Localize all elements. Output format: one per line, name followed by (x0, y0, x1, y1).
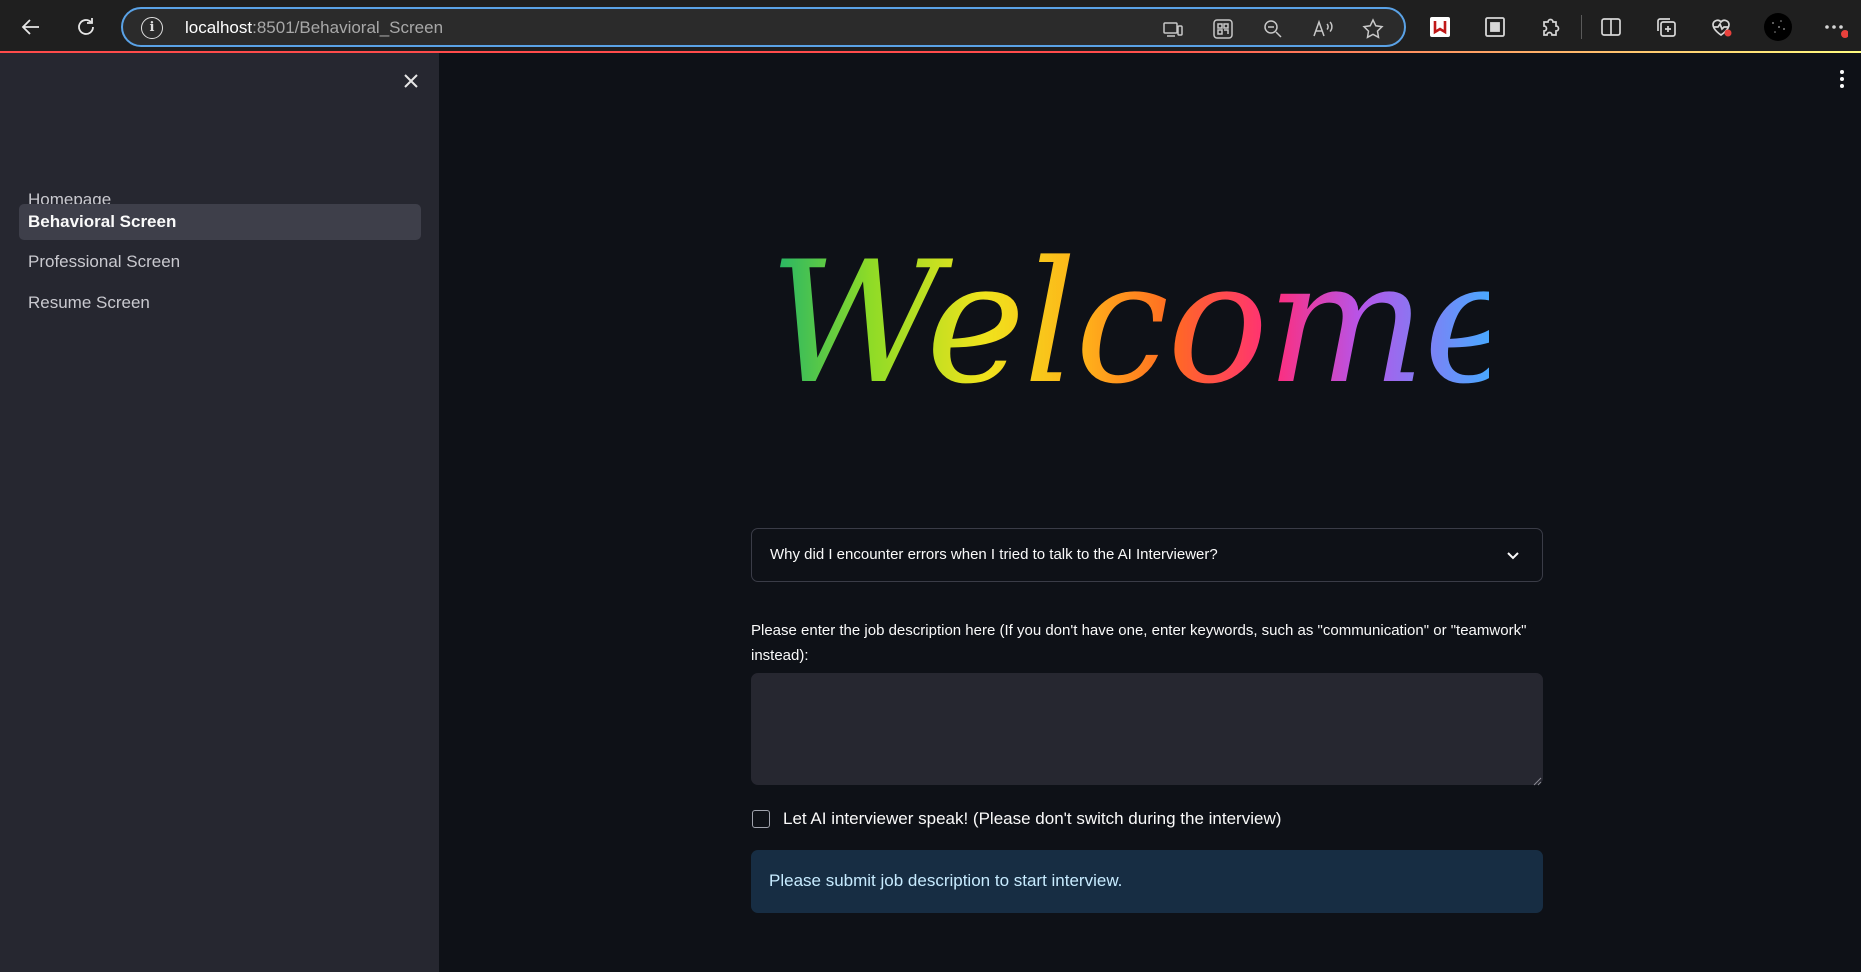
profile-avatar[interactable] (1764, 13, 1792, 41)
extensions-puzzle-icon[interactable] (1536, 13, 1564, 41)
info-message: Please submit job description to start i… (769, 871, 1123, 890)
address-bar[interactable]: i localhost:8501/Behavioral_Screen (121, 7, 1406, 47)
reload-button[interactable] (66, 8, 106, 46)
sidebar: Homepage Behavioral Screen Professional … (0, 53, 439, 972)
url-text[interactable]: localhost:8501/Behavioral_Screen (185, 18, 443, 38)
collections-icon[interactable] (1652, 13, 1680, 41)
sidebar-item-professional-screen[interactable]: Professional Screen (19, 244, 421, 280)
faq-expander[interactable]: Why did I encounter errors when I tried … (751, 528, 1543, 582)
speak-checkbox[interactable] (752, 810, 770, 828)
welcome-image: Welcome (769, 223, 1523, 453)
url-host: localhost (185, 18, 253, 37)
back-arrow-icon (21, 19, 39, 35)
url-path: :8501/Behavioral_Screen (252, 18, 444, 37)
tab-capture-icon[interactable] (1481, 13, 1509, 41)
browser-toolbar: i localhost:8501/Behavioral_Screen (0, 0, 1861, 53)
browser-essentials-icon[interactable] (1707, 13, 1735, 41)
more-options-icon[interactable] (1820, 13, 1849, 41)
toolbar-separator (1581, 15, 1582, 39)
resize-grip-icon[interactable] (1532, 773, 1542, 786)
read-aloud-icon[interactable] (1311, 17, 1335, 41)
sidebar-close-button[interactable] (398, 68, 424, 94)
sidebar-item-resume-screen[interactable]: Resume Screen (19, 285, 421, 321)
split-screen-icon[interactable] (1597, 13, 1625, 41)
job-description-label: Please enter the job description here (I… (751, 622, 1527, 664)
mcafee-extension-icon[interactable] (1426, 13, 1454, 41)
main-content: Welcome Why did I encounter errors when … (439, 53, 1861, 972)
close-icon (404, 74, 418, 88)
info-alert: Please submit job description to start i… (751, 850, 1543, 913)
main-menu-button[interactable] (1837, 68, 1847, 90)
reload-icon (78, 18, 94, 35)
speak-checkbox-label[interactable]: Let AI interviewer speak! (Please don't … (783, 809, 1281, 829)
site-info-icon[interactable]: i (141, 17, 163, 39)
welcome-text: Welcome (769, 225, 1523, 421)
back-button[interactable] (11, 8, 51, 46)
zoom-out-icon[interactable] (1261, 17, 1285, 41)
sidebar-item-behavioral-screen[interactable]: Behavioral Screen (19, 204, 421, 240)
qr-code-icon[interactable] (1211, 17, 1235, 41)
app-available-icon[interactable] (1161, 17, 1185, 41)
vertical-dots-icon (1840, 70, 1844, 88)
expander-label: Why did I encounter errors when I tried … (770, 546, 1218, 563)
job-description-textarea[interactable] (751, 673, 1543, 785)
favorite-star-icon[interactable] (1361, 17, 1385, 41)
chevron-down-icon (1504, 546, 1522, 564)
